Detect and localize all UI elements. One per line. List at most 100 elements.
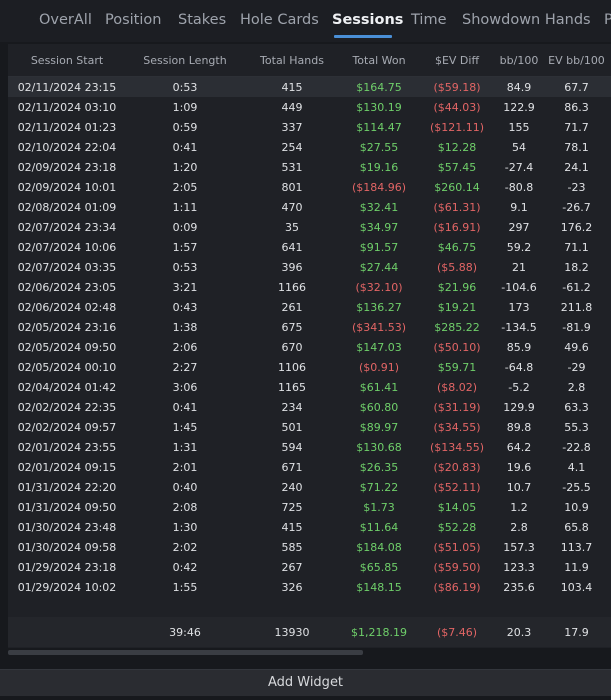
cell-total-won: $61.41 (359, 380, 399, 394)
tab-position[interactable]: Position (105, 10, 161, 32)
cell-total-won: $26.35 (359, 460, 399, 474)
table-row[interactable]: 01/29/2024 23:18 0:42 267 $65.85 ($59.50) 123… (8, 557, 611, 577)
table-row[interactable]: 02/02/2024 22:35 0:41 234 $60.80 ($31.19) 129… (8, 397, 611, 417)
cell-bb-100: 2.8 (510, 520, 528, 534)
tab-stakes[interactable]: Stakes (178, 10, 226, 32)
cell-total-won: $114.47 (356, 120, 402, 134)
table-row[interactable]: 02/11/2024 01:23 0:59 337 $114.47 ($121.11) 1… (8, 117, 611, 137)
cell-session-start: 02/05/2024 00:10 (17, 360, 117, 374)
table-row[interactable]: 02/05/2024 23:16 1:38 675 ($341.53) $285.22 -… (8, 317, 611, 337)
cell-bb-100: 10.7 (506, 480, 532, 494)
table-row[interactable]: 02/07/2024 10:06 1:57 641 $91.57 $46.75 59.2 7… (8, 237, 611, 257)
table-row[interactable]: 01/30/2024 09:58 2:02 585 $184.08 ($51.05) 15… (8, 537, 611, 557)
cell-bb-100: 1.2 (510, 500, 528, 514)
col-header-total-won[interactable]: Total Won (340, 44, 418, 77)
cell-bb-100: -80.8 (504, 180, 534, 194)
table-row[interactable]: 01/31/2024 09:50 2:08 725 $1.73 $14.05 1.2 10.… (8, 497, 611, 517)
cell-session-length: 2:08 (172, 500, 198, 514)
cell-ev-diff: $260.14 (434, 180, 480, 194)
cell-ev-bb-100: 24.1 (564, 160, 589, 174)
table-row[interactable]: 02/06/2024 23:05 3:21 1166 ($32.10) $21.96 -1… (8, 277, 611, 297)
cell-session-start: 02/06/2024 23:05 (17, 280, 117, 294)
cell-session-length: 3:06 (172, 380, 198, 394)
tab-time[interactable]: Time (411, 10, 447, 32)
table-row[interactable]: 02/08/2024 01:09 1:11 470 $32.41 ($61.31) 9.1… (8, 197, 611, 217)
cell-session-start: 02/02/2024 22:35 (17, 400, 117, 414)
tab-overflow[interactable]: P (604, 10, 611, 32)
cell-total-won: $89.97 (359, 420, 399, 434)
horizontal-scrollbar[interactable] (8, 650, 363, 655)
sessions-table-panel: Session Start Session Length Total Hands… (8, 44, 611, 648)
cell-session-start: 02/09/2024 10:01 (17, 180, 117, 194)
table-header-row: Session Start Session Length Total Hands… (8, 44, 611, 77)
cell-bb-100: -134.5 (501, 320, 537, 334)
cell-session-start: 02/07/2024 10:06 (17, 240, 117, 254)
cell-session-length: 2:06 (172, 340, 198, 354)
tab-showdown-hands[interactable]: Showdown Hands (462, 10, 591, 32)
table-row[interactable]: 02/05/2024 09:50 2:06 670 $147.03 ($50.10) 85… (8, 337, 611, 357)
col-header-session-length[interactable]: Session Length (126, 44, 244, 77)
cell-ev-bb-100: 55.3 (564, 420, 589, 434)
table-row[interactable]: 02/10/2024 22:04 0:41 254 $27.55 $12.28 54 78.… (8, 137, 611, 157)
table-row[interactable]: 02/09/2024 23:18 1:20 531 $19.16 $57.45 -27.4… (8, 157, 611, 177)
table-row[interactable]: 02/11/2024 03:10 1:09 449 $130.19 ($44.03) 12… (8, 97, 611, 117)
table-row[interactable]: 01/29/2024 10:02 1:55 326 $148.15 ($86.19) 23… (8, 577, 611, 597)
cell-session-start: 02/11/2024 23:15 (8, 76, 126, 97)
cell-session-length: 1:55 (172, 580, 198, 594)
cell-session-start: 01/29/2024 23:18 (17, 560, 117, 574)
cell-total-hands: 1106 (278, 360, 306, 374)
cell-bb-100: 59.2 (506, 240, 532, 254)
cell-ev-bb-100: 86.3 (564, 100, 589, 114)
col-header-ev-bb-100[interactable]: EV bb/100 (542, 44, 611, 77)
cell-ev-diff: $12.28 (437, 140, 477, 154)
cell-total-won: $65.85 (359, 560, 399, 574)
col-header-ev-diff[interactable]: $EV Diff (418, 44, 496, 77)
table-row[interactable]: 02/11/2024 23:15 0:53 415 $164.75 ($59.18) 84… (8, 76, 611, 97)
cell-total-won: $1.73 (363, 500, 395, 514)
tab-hole-cards[interactable]: Hole Cards (240, 10, 319, 32)
tab-sessions[interactable]: Sessions (332, 10, 403, 32)
cell-session-start: 02/06/2024 02:48 (17, 300, 117, 314)
table-row[interactable]: 01/30/2024 23:48 1:30 415 $11.64 $52.28 2.8 65… (8, 517, 611, 537)
table-row[interactable]: 02/01/2024 23:55 1:31 594 $130.68 ($134.55) 6… (8, 437, 611, 457)
cell-total-hands: 234 (281, 400, 303, 414)
table-row[interactable]: 02/06/2024 02:48 0:43 261 $136.27 $19.21 173 2… (8, 297, 611, 317)
table-row[interactable]: 02/01/2024 09:15 2:01 671 $26.35 ($20.83) 19.… (8, 457, 611, 477)
cell-ev-diff: ($16.91) (433, 220, 481, 234)
cell-ev-bb-100: 63.3 (564, 400, 589, 414)
table-row[interactable]: 02/04/2024 01:42 3:06 1165 $61.41 ($8.02) -5.… (8, 377, 611, 397)
table-row[interactable]: 02/09/2024 10:01 2:05 801 ($184.96) $260.14 -… (8, 177, 611, 197)
cell-total-won: $27.44 (359, 260, 399, 274)
cell-ev-diff: $21.96 (437, 280, 477, 294)
cell-total-won: ($0.91) (358, 360, 400, 374)
col-header-session-start[interactable]: Session Start (8, 44, 126, 77)
cell-ev-diff: ($34.55) (433, 420, 481, 434)
cell-total-won: $147.03 (356, 340, 402, 354)
cell-total-won: $71.22 (359, 480, 399, 494)
cell-session-length: 0:41 (172, 400, 198, 414)
col-header-bb-100[interactable]: bb/100 (496, 44, 542, 77)
cell-ev-bb-100: 10.9 (564, 500, 589, 514)
cell-ev-bb-100: 2.8 (567, 380, 586, 394)
add-widget-button[interactable]: Add Widget (0, 669, 611, 696)
table-row[interactable]: 02/07/2024 03:35 0:53 396 $27.44 ($5.88) 21 18… (8, 257, 611, 277)
table-row[interactable]: 02/07/2024 23:34 0:09 35 $34.97 ($16.91) 297 1… (8, 217, 611, 237)
cell-total-hands: 671 (281, 460, 303, 474)
cell-ev-diff: ($86.19) (433, 580, 481, 594)
table-row[interactable]: 01/31/2024 22:20 0:40 240 $71.22 ($52.11) 10.… (8, 477, 611, 497)
cell-session-start: 02/07/2024 23:34 (17, 220, 117, 234)
cell-bb-100: -27.4 (504, 160, 534, 174)
tab-overall[interactable]: OverAll (39, 10, 92, 32)
cell-bb-100: 54 (512, 140, 526, 154)
cell-ev-diff: ($59.50) (433, 560, 481, 574)
cell-ev-bb-100: -29 (567, 360, 586, 374)
table-row[interactable]: 02/05/2024 00:10 2:27 1106 ($0.91) $59.71 -64… (8, 357, 611, 377)
cell-session-length: 0:40 (172, 480, 198, 494)
col-header-total-hands[interactable]: Total Hands (244, 44, 340, 77)
cell-session-length: 0:41 (172, 140, 198, 154)
cell-total-won: ($341.53) (351, 320, 407, 334)
table-row[interactable]: 02/02/2024 09:57 1:45 501 $89.97 ($34.55) 89.… (8, 417, 611, 437)
cell-total-hands: 725 (281, 500, 303, 514)
tab-bar: OverAll Position Stakes Hole Cards Sessi… (0, 0, 611, 42)
cell-session-length: 1:30 (172, 520, 198, 534)
